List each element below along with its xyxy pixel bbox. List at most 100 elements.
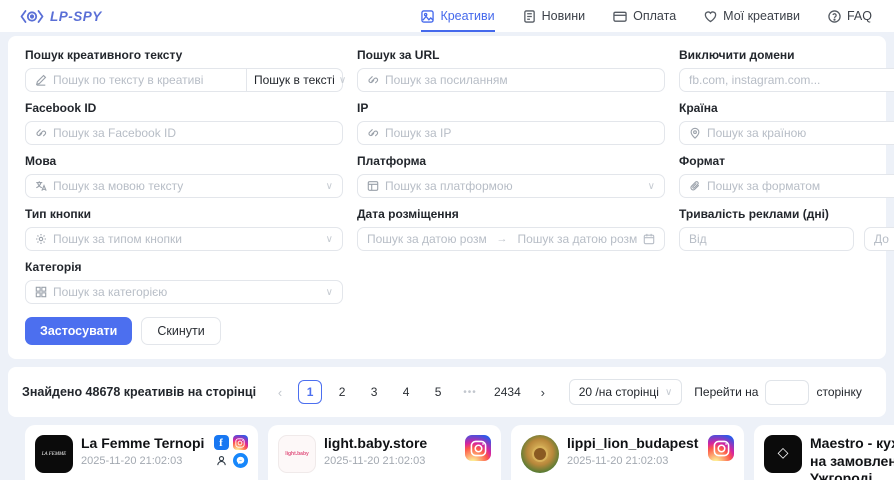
page-last[interactable]: 2434 bbox=[490, 380, 525, 404]
goto-suffix: сторінку bbox=[816, 385, 861, 399]
page-5[interactable]: 5 bbox=[426, 380, 450, 404]
page-size-value: 20 /на сторінці bbox=[579, 385, 659, 399]
creative-cards-row: LA FEMME La Femme Ternopil 2025-11-20 21… bbox=[0, 425, 894, 480]
field-label: Мова bbox=[25, 154, 343, 168]
card-date: 2025-11-20 21:02:03 bbox=[81, 455, 205, 467]
filter-country: Країна bbox=[679, 101, 894, 145]
field-label: Facebook ID bbox=[25, 101, 343, 115]
button-type-placeholder: Пошук за типом кнопки bbox=[53, 232, 182, 246]
card-title: light.baby.store bbox=[324, 435, 457, 453]
goto-page-input[interactable] bbox=[765, 380, 809, 405]
instagram-icon[interactable] bbox=[708, 435, 734, 461]
nav-label: Мої креативи bbox=[723, 9, 800, 23]
text-search-mode-select[interactable]: Пошук в тексті ∨ bbox=[247, 68, 343, 92]
main-nav: Креативи Новини Оплата Мої креативи FAQ bbox=[421, 0, 872, 32]
creative-text-input[interactable] bbox=[53, 73, 237, 87]
filter-ip: IP bbox=[357, 101, 665, 145]
language-placeholder: Пошук за мовою тексту bbox=[53, 179, 183, 193]
link-icon bbox=[367, 127, 379, 139]
instagram-icon[interactable] bbox=[233, 435, 248, 450]
arrow-right-icon: → bbox=[493, 233, 512, 245]
field-label: IP bbox=[357, 101, 665, 115]
field-label: Платформа bbox=[357, 154, 665, 168]
date-start-placeholder: Пошук за датою розміщення bbox=[367, 232, 487, 246]
reset-button[interactable]: Скинути bbox=[141, 317, 220, 345]
link-icon bbox=[367, 74, 379, 86]
card-title: La Femme Ternopil bbox=[81, 435, 205, 453]
page-4[interactable]: 4 bbox=[394, 380, 418, 404]
date-range-picker[interactable]: Пошук за датою розміщення → Пошук за дат… bbox=[357, 227, 665, 251]
audience-person-icon[interactable] bbox=[214, 453, 229, 468]
duration-from-input[interactable] bbox=[689, 232, 844, 246]
creative-card[interactable]: ◇ Maestro - кухні, меблі на замовлення в… bbox=[754, 425, 894, 480]
field-label: Пошук за URL bbox=[357, 48, 665, 62]
duration-to-input[interactable] bbox=[874, 232, 894, 246]
page-size-select[interactable]: 20 /на сторінці ∨ bbox=[569, 379, 683, 405]
translate-icon bbox=[35, 180, 47, 192]
ip-input[interactable] bbox=[385, 126, 655, 140]
nav-item-my-creatives[interactable]: Мої креативи bbox=[704, 0, 800, 32]
filter-format: Формат Пошук за форматом bbox=[679, 154, 894, 198]
newspaper-icon bbox=[523, 10, 536, 23]
card-title: lippi_lion_budapest bbox=[567, 435, 700, 453]
image-icon bbox=[421, 10, 434, 23]
apply-button[interactable]: Застосувати bbox=[25, 317, 132, 345]
filter-button-type: Тип кнопки Пошук за типом кнопки ∨ bbox=[25, 207, 343, 251]
nav-item-news[interactable]: Новини bbox=[523, 0, 586, 32]
eye-logo-icon bbox=[20, 9, 44, 24]
creative-card[interactable]: lippi_lion_budapest 2025-11-20 21:02:03 … bbox=[511, 425, 744, 480]
prev-page-arrow[interactable]: ‹ bbox=[270, 385, 290, 400]
avatar bbox=[521, 435, 559, 473]
nav-item-faq[interactable]: FAQ bbox=[828, 0, 872, 32]
avatar: LA FEMME bbox=[35, 435, 73, 473]
nav-item-payment[interactable]: Оплата bbox=[613, 0, 676, 32]
creative-card[interactable]: light.baby light.baby.store 2025-11-20 2… bbox=[268, 425, 501, 480]
field-label: Тривалість реклами (дні) bbox=[679, 207, 894, 221]
instagram-icon[interactable] bbox=[465, 435, 491, 461]
gear-icon bbox=[35, 233, 47, 245]
country-input[interactable] bbox=[707, 126, 894, 140]
page-2[interactable]: 2 bbox=[330, 380, 354, 404]
date-end-placeholder: Пошук за датою розміщення bbox=[518, 232, 638, 246]
brand-logo[interactable]: LP-SPY bbox=[20, 9, 102, 24]
field-label: Пошук креативного тексту bbox=[25, 48, 343, 62]
filter-exclude-domains: Виключити домени bbox=[679, 48, 894, 92]
card-date: 2025-11-20 21:02:03 bbox=[567, 455, 700, 467]
chevron-down-icon: ∨ bbox=[339, 75, 346, 86]
card-date: 2025-11-20 21:02:03 bbox=[324, 455, 457, 467]
field-label: Виключити домени bbox=[679, 48, 894, 62]
location-pin-icon bbox=[689, 127, 701, 139]
filter-panel: Пошук креативного тексту Пошук в тексті … bbox=[8, 36, 886, 359]
page-1[interactable]: 1 bbox=[298, 380, 322, 404]
category-select[interactable]: Пошук за категорією ∨ bbox=[25, 280, 343, 304]
filter-language: Мова Пошук за мовою тексту ∨ bbox=[25, 154, 343, 198]
next-page-arrow[interactable]: › bbox=[533, 385, 553, 400]
language-select[interactable]: Пошук за мовою тексту ∨ bbox=[25, 174, 343, 198]
avatar: ◇ bbox=[764, 435, 802, 473]
pages-ellipsis[interactable]: ••• bbox=[458, 380, 482, 404]
nav-label: Новини bbox=[542, 9, 586, 23]
facebook-id-input[interactable] bbox=[53, 126, 333, 140]
avatar: light.baby bbox=[278, 435, 316, 473]
category-placeholder: Пошук за категорією bbox=[53, 285, 167, 299]
chevron-down-icon: ∨ bbox=[326, 234, 333, 245]
filter-url: Пошук за URL bbox=[357, 48, 665, 92]
credit-card-icon bbox=[613, 10, 627, 23]
messenger-icon[interactable] bbox=[233, 453, 248, 468]
header: LP-SPY Креативи Новини Оплата Мої креати… bbox=[0, 0, 894, 32]
field-label: Категорія bbox=[25, 260, 343, 274]
field-label: Країна bbox=[679, 101, 894, 115]
chevron-down-icon: ∨ bbox=[648, 181, 655, 192]
button-type-select[interactable]: Пошук за типом кнопки ∨ bbox=[25, 227, 343, 251]
calendar-icon bbox=[643, 233, 655, 245]
exclude-domains-input[interactable] bbox=[689, 73, 894, 87]
creative-card[interactable]: LA FEMME La Femme Ternopil 2025-11-20 21… bbox=[25, 425, 258, 480]
url-input[interactable] bbox=[385, 73, 655, 87]
facebook-icon[interactable]: f bbox=[214, 435, 229, 450]
filter-placement-date: Дата розміщення Пошук за датою розміщенн… bbox=[357, 207, 665, 251]
platform-select[interactable]: Пошук за платформою ∨ bbox=[357, 174, 665, 198]
filter-platform: Платформа Пошук за платформою ∨ bbox=[357, 154, 665, 198]
nav-item-creatives[interactable]: Креативи bbox=[421, 0, 494, 32]
format-select[interactable]: Пошук за форматом bbox=[679, 174, 894, 198]
page-3[interactable]: 3 bbox=[362, 380, 386, 404]
